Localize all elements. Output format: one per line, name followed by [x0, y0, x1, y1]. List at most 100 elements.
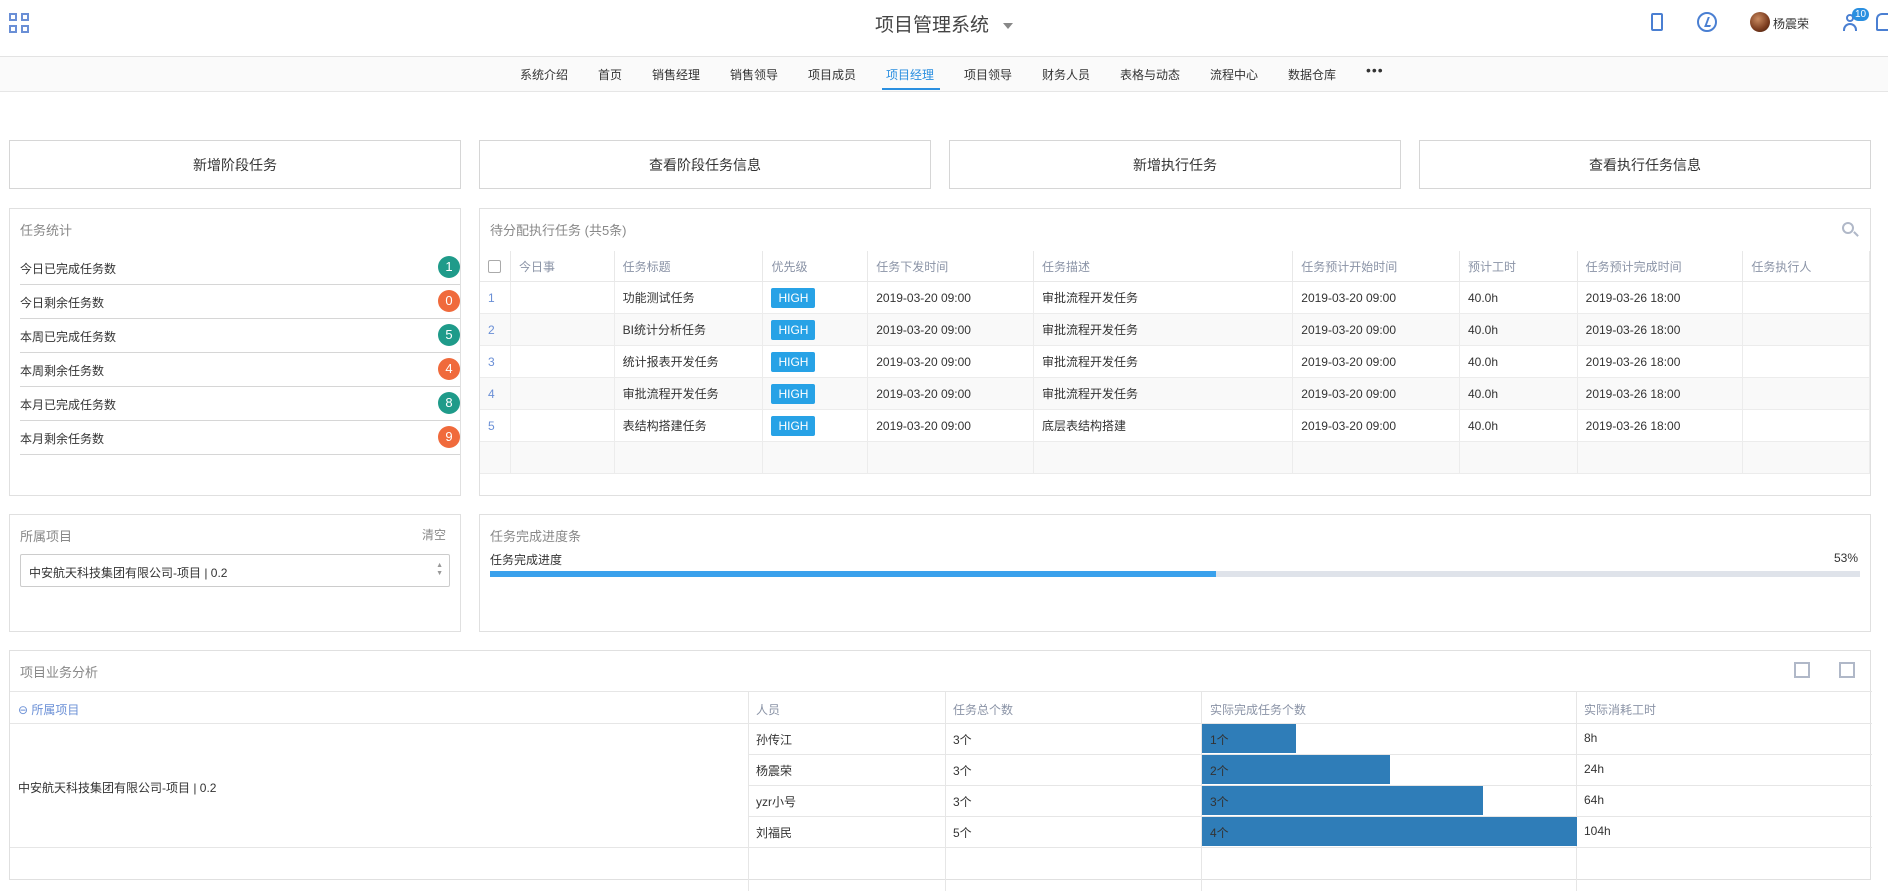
task-title: 审批流程开发任务 — [614, 377, 764, 410]
task-title: 表结构搭建任务 — [614, 409, 764, 442]
col-desc: 任务描述 — [1033, 251, 1294, 282]
finish-time: 2019-03-26 18:00 — [1577, 281, 1744, 314]
project-select[interactable]: 中安航天科技集团有限公司-项目 | 0.2 ▲ ▼ — [20, 554, 450, 587]
progress-panel: 任务完成进度条 任务完成进度 53% — [479, 514, 1871, 632]
table-row[interactable]: 1 功能测试任务 HIGH 2019-03-20 09:00 审批流程开发任务 … — [480, 281, 1870, 314]
task-title: 统计报表开发任务 — [614, 345, 764, 378]
nav-item-project-member[interactable]: 项目成员 — [808, 66, 856, 83]
stat-row: 本月已完成任务数 8 — [20, 387, 460, 421]
row-number: 5 — [480, 409, 511, 442]
actual-hours: 8h — [1584, 731, 1598, 745]
more-icon[interactable]: ••• — [1366, 62, 1384, 78]
today-cell — [510, 377, 615, 410]
stat-row: 今日已完成任务数 1 — [20, 251, 460, 285]
stat-row: 本周已完成任务数 5 — [20, 319, 460, 353]
total-count: 3个 — [953, 733, 972, 747]
nav-item-project-manager[interactable]: 项目经理 — [886, 66, 934, 83]
nav-item-workflow[interactable]: 流程中心 — [1210, 66, 1258, 83]
nav-item-tables[interactable]: 表格与动态 — [1120, 66, 1180, 83]
view-stage-task-button[interactable]: 查看阶段任务信息 — [479, 140, 931, 189]
clock-icon[interactable] — [1697, 12, 1717, 32]
app-title[interactable]: 项目管理系统 — [0, 10, 1888, 37]
top-bar: 项目管理系统 杨震荣 10 — [0, 0, 1888, 57]
assignee-cell[interactable] — [1742, 281, 1870, 314]
issued-time: 2019-03-20 09:00 — [867, 313, 1034, 346]
today-cell — [510, 409, 615, 442]
col-project[interactable]: ⊖ 所属项目 — [18, 701, 79, 731]
priority-badge: HIGH — [771, 287, 816, 308]
assignee-cell[interactable] — [1742, 377, 1870, 410]
bell-icon[interactable] — [1876, 13, 1888, 31]
col-issued: 任务下发时间 — [867, 251, 1034, 282]
open-external-icon[interactable] — [1794, 662, 1810, 678]
clear-link[interactable]: 清空 — [422, 526, 446, 543]
stat-row: 今日剩余任务数 0 — [20, 285, 460, 319]
col-hours: 预计工时 — [1459, 251, 1578, 282]
search-icon[interactable] — [1842, 222, 1854, 234]
assignee-cell[interactable] — [1742, 345, 1870, 378]
person-name: yzr小号 — [756, 795, 796, 809]
stat-count: 5 — [438, 324, 460, 346]
view-exec-task-button[interactable]: 查看执行任务信息 — [1419, 140, 1871, 189]
chevron-down-icon[interactable] — [1003, 22, 1013, 29]
priority-badge: HIGH — [771, 351, 816, 372]
col-total: 任务总个数 — [953, 703, 1014, 717]
stat-count: 9 — [438, 426, 460, 448]
done-bar — [1202, 817, 1577, 846]
nav-item-home[interactable]: 首页 — [598, 66, 622, 83]
actual-hours: 64h — [1584, 793, 1605, 807]
stat-label: 今日剩余任务数 — [20, 296, 105, 310]
priority-badge: HIGH — [771, 319, 816, 340]
nav-item-sales-leader[interactable]: 销售领导 — [730, 66, 778, 83]
done-bar — [1202, 755, 1390, 784]
col-finish: 任务预计完成时间 — [1577, 251, 1744, 282]
stat-label: 本周剩余任务数 — [20, 364, 105, 378]
panel-title: 待分配执行任务 (共5条) — [490, 223, 627, 238]
stat-label: 今日已完成任务数 — [20, 262, 117, 276]
assignee-cell[interactable] — [1742, 313, 1870, 346]
fullscreen-icon[interactable] — [1839, 662, 1855, 678]
username[interactable]: 杨震荣 — [1773, 15, 1809, 32]
total-count: 3个 — [953, 795, 972, 809]
add-stage-task-button[interactable]: 新增阶段任务 — [9, 140, 461, 189]
divider — [748, 691, 749, 891]
finish-time: 2019-03-26 18:00 — [1577, 313, 1744, 346]
table-row[interactable]: 4 审批流程开发任务 HIGH 2019-03-20 09:00 审批流程开发任… — [480, 377, 1870, 410]
select-all-header[interactable] — [480, 251, 511, 282]
nav-item-finance[interactable]: 财务人员 — [1042, 66, 1090, 83]
table-row[interactable]: 2 BI统计分析任务 HIGH 2019-03-20 09:00 审批流程开发任… — [480, 313, 1870, 346]
done-count: 2个 — [1210, 764, 1229, 778]
start-time: 2019-03-20 09:00 — [1292, 281, 1460, 314]
main-nav: 系统介绍 首页 销售经理 销售领导 项目成员 项目经理 项目领导 财务人员 表格… — [0, 57, 1888, 92]
person-name: 刘福民 — [756, 826, 793, 840]
col-hours: 实际消耗工时 — [1584, 703, 1657, 717]
person-name: 杨震荣 — [756, 764, 793, 778]
table-row[interactable]: 5 表结构搭建任务 HIGH 2019-03-20 09:00 底层表结构搭建 … — [480, 409, 1870, 442]
today-cell — [510, 313, 615, 346]
stat-count: 0 — [438, 290, 460, 312]
nav-item-sales-manager[interactable]: 销售经理 — [652, 66, 700, 83]
mobile-icon[interactable] — [1651, 13, 1663, 31]
today-cell — [510, 281, 615, 314]
avatar[interactable] — [1750, 12, 1770, 32]
stat-count: 8 — [438, 392, 460, 414]
row-number: 1 — [480, 281, 511, 314]
nav-item-project-leader[interactable]: 项目领导 — [964, 66, 1012, 83]
divider — [10, 847, 1872, 848]
col-today: 今日事 — [510, 251, 615, 282]
row-number: 2 — [480, 313, 511, 346]
est-hours: 40.0h — [1459, 409, 1578, 442]
select-all-checkbox[interactable] — [488, 260, 501, 274]
nav-item-intro[interactable]: 系统介绍 — [520, 66, 568, 83]
start-time: 2019-03-20 09:00 — [1292, 409, 1460, 442]
col-start: 任务预计开始时间 — [1292, 251, 1460, 282]
table-row[interactable]: 3 统计报表开发任务 HIGH 2019-03-20 09:00 审批流程开发任… — [480, 345, 1870, 378]
nav-item-data-warehouse[interactable]: 数据仓库 — [1288, 66, 1336, 83]
project-panel: 所属项目 清空 中安航天科技集团有限公司-项目 | 0.2 ▲ ▼ — [9, 514, 461, 632]
task-desc: 审批流程开发任务 — [1033, 281, 1294, 314]
row-number: 3 — [480, 345, 511, 378]
add-exec-task-button[interactable]: 新增执行任务 — [949, 140, 1401, 189]
panel-title: 所属项目 — [20, 529, 73, 544]
priority-cell: HIGH — [762, 377, 869, 410]
assignee-cell[interactable] — [1742, 409, 1870, 442]
